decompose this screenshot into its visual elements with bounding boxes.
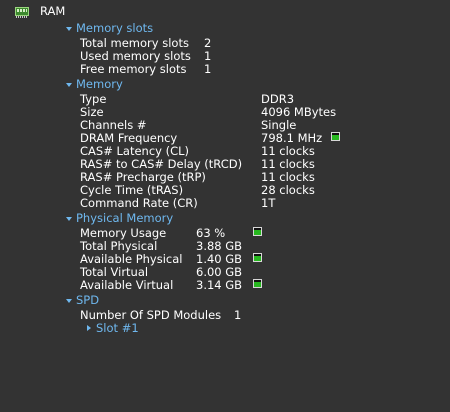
- section-memory-slots[interactable]: Memory slots: [76, 22, 153, 35]
- memory-slots-free-label: Free memory slots: [80, 62, 187, 76]
- command-rate-label: Command Rate (CR): [80, 196, 198, 210]
- chevron-down-icon[interactable]: [66, 299, 72, 303]
- tree-root-ram[interactable]: RAM: [40, 5, 65, 18]
- section-spd[interactable]: SPD: [76, 294, 99, 307]
- available-virtual-label: Available Virtual: [80, 278, 174, 292]
- green-gauge-icon: [253, 279, 262, 288]
- available-virtual-value: 3.14 GB: [196, 278, 243, 292]
- green-gauge-icon: [253, 227, 262, 236]
- spd-slot-1[interactable]: Slot #1: [96, 322, 139, 335]
- green-gauge-icon: [331, 132, 340, 141]
- section-memory[interactable]: Memory: [76, 78, 123, 91]
- chevron-down-icon[interactable]: [66, 217, 72, 221]
- ram-module-icon: [15, 7, 29, 18]
- green-gauge-icon: [253, 253, 262, 262]
- command-rate-value: 1T: [261, 196, 276, 210]
- section-physical-memory[interactable]: Physical Memory: [76, 212, 173, 225]
- memory-slots-free-value: 1: [204, 62, 212, 76]
- spd-modules-value: 1: [234, 308, 242, 322]
- chevron-down-icon[interactable]: [66, 83, 72, 87]
- chevron-right-icon[interactable]: [87, 325, 91, 331]
- chevron-down-icon[interactable]: [66, 27, 72, 31]
